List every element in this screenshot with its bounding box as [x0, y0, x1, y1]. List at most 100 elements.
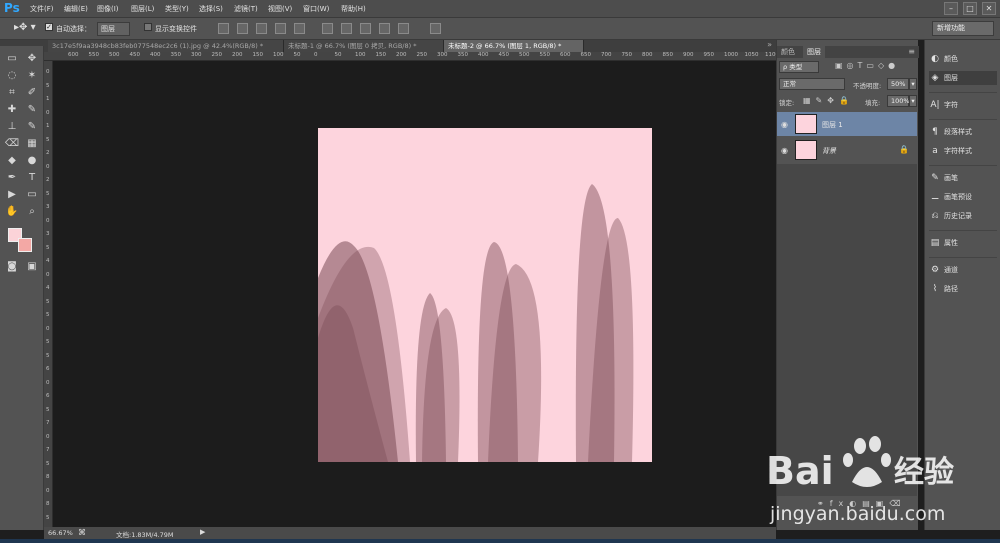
move-tool-icon[interactable]: ▸✥ ▾ — [14, 22, 36, 33]
dock-item-layers[interactable]: ◈ 图层 — [929, 71, 997, 85]
tool-button-icon[interactable]: ⌗ — [4, 86, 20, 100]
tab-document-2[interactable]: 未标题-1 @ 66.7% (图层 0 拷贝, RGB/8) * — [284, 40, 444, 52]
fill-input[interactable]: 100% — [887, 95, 910, 107]
tool-button-icon[interactable]: ▦ — [24, 137, 40, 151]
dock-item-history[interactable]: ⎌ 历史记录 — [929, 209, 997, 223]
tool-button-icon[interactable]: ◆ — [4, 154, 20, 168]
dock-item-character[interactable]: A| 字符 — [929, 98, 997, 112]
status-menu-arrow-icon[interactable]: ▶ — [200, 528, 205, 536]
workspace-dropdown[interactable]: 新增功能 — [932, 21, 994, 36]
status-info-icon[interactable]: ⌘ — [78, 528, 86, 537]
tool-button-icon[interactable]: ✒ — [4, 171, 20, 185]
distribute-bottom-icon[interactable] — [360, 23, 371, 34]
menu-type[interactable]: 类型(Y) — [165, 4, 189, 14]
fill-arrow-icon[interactable]: ▾ — [909, 95, 917, 107]
align-bottom-icon[interactable] — [256, 23, 267, 34]
screen-mode-icon[interactable]: ▣ — [24, 260, 40, 274]
dock-item-label: 属性 — [944, 239, 958, 247]
layer-name[interactable]: 图层 1 — [822, 120, 843, 130]
tool-button-icon[interactable]: ▶ — [4, 188, 20, 202]
auto-select-checkbox[interactable]: ✓ — [45, 23, 53, 31]
tool-button-icon[interactable]: ✋ — [4, 205, 20, 219]
toolbar-grip[interactable] — [0, 40, 44, 46]
tool-button-icon[interactable]: ⌫ — [4, 137, 20, 151]
dock-item-paths[interactable]: ⌇ 路径 — [929, 282, 997, 296]
quick-mask-icon[interactable]: ◙ — [4, 260, 20, 274]
visibility-eye-icon[interactable]: ◉ — [781, 120, 788, 129]
align-vcenter-icon[interactable] — [237, 23, 248, 34]
menu-filter[interactable]: 滤镜(T) — [234, 4, 258, 14]
layer-row-background[interactable]: ◉ 背景 🔒 — [777, 138, 917, 162]
photoshop-logo: Ps — [4, 1, 20, 15]
tab-layers[interactable]: 图层 — [803, 46, 825, 58]
dock-item-paragraph-style[interactable]: ¶ 段落样式 — [929, 125, 997, 139]
tool-button-icon[interactable]: ⌕ — [24, 205, 40, 219]
tab-color[interactable]: 颜色 — [777, 46, 799, 58]
dock-item-channels[interactable]: ⚙ 通道 — [929, 263, 997, 277]
ruler-tick-label: 0 — [46, 487, 50, 494]
tool-button-icon[interactable]: ✐ — [24, 86, 40, 100]
menu-help[interactable]: 帮助(H) — [341, 4, 366, 14]
distribute-left-icon[interactable] — [379, 23, 390, 34]
lock-icons[interactable]: ▦✎✥🔒 — [803, 96, 854, 105]
visibility-eye-icon[interactable]: ◉ — [781, 146, 788, 155]
align-hcenter-icon[interactable] — [294, 23, 305, 34]
background-color-swatch[interactable] — [18, 238, 32, 252]
menu-window[interactable]: 窗口(W) — [303, 4, 329, 14]
tool-button-icon[interactable]: ✚ — [4, 103, 20, 117]
tabs-overflow-icon[interactable]: » — [767, 40, 772, 49]
minimize-button[interactable]: – — [944, 2, 958, 15]
tool-button-icon[interactable]: ▭ — [4, 52, 20, 66]
distribute-top-icon[interactable] — [322, 23, 333, 34]
tool-button-icon[interactable]: ● — [24, 154, 40, 168]
ruler-tick-label: 450 — [498, 52, 510, 58]
history-icon: ⎌ — [931, 211, 939, 221]
maximize-button[interactable]: □ — [963, 2, 977, 15]
layer-filter-dropdown[interactable]: ρ 类型 — [779, 61, 819, 73]
tool-button-icon[interactable]: ✶ — [24, 69, 40, 83]
menu-select[interactable]: 选择(S) — [199, 4, 223, 14]
dock-item-label: 通道 — [944, 266, 958, 274]
zoom-level[interactable]: 66.67% — [48, 529, 73, 537]
menu-file[interactable]: 文件(F) — [30, 4, 54, 14]
align-left-icon[interactable] — [275, 23, 286, 34]
tool-button-icon[interactable]: ✎ — [24, 120, 40, 134]
distribute-vcenter-icon[interactable] — [341, 23, 352, 34]
menu-image[interactable]: 图像(I) — [97, 4, 119, 14]
distribute-hcenter-icon[interactable] — [398, 23, 409, 34]
layer-name[interactable]: 背景 — [822, 146, 836, 156]
tab-document-3[interactable]: 未标题-2 @ 66.7% (图层 1, RGB/8) * — [444, 40, 584, 52]
menu-edit[interactable]: 编辑(E) — [64, 4, 88, 14]
layer-filter-icons[interactable]: ▣◎T▭◇● — [835, 61, 899, 70]
opacity-arrow-icon[interactable]: ▾ — [909, 78, 917, 90]
tool-button-icon[interactable]: T — [24, 171, 40, 185]
dock-item-properties[interactable]: ▤ 属性 — [929, 236, 997, 250]
dock-item-brush-preset[interactable]: ⚊ 画笔预设 — [929, 190, 997, 204]
ruler-tick-label: 2 — [46, 150, 50, 156]
show-transform-label: 显示变换控件 — [155, 25, 197, 33]
menu-layer[interactable]: 图层(L) — [131, 4, 154, 14]
ruler-tick-label: 1050 — [744, 52, 759, 58]
tool-button-icon[interactable]: ⊥ — [4, 120, 20, 134]
tool-button-icon[interactable]: ▭ — [24, 188, 40, 202]
close-button[interactable]: ✕ — [982, 2, 996, 15]
layer-row-layer1[interactable]: ◉ 图层 1 — [777, 112, 917, 136]
auto-align-icon[interactable] — [430, 23, 441, 34]
opacity-input[interactable]: 50% — [887, 78, 909, 90]
dock-item-palette[interactable]: ◐ 颜色 — [929, 52, 997, 66]
dock-item-character-style[interactable]: a 字符样式 — [929, 144, 997, 158]
tool-button-icon[interactable]: ✥ — [24, 52, 40, 66]
tool-button-icon[interactable]: ◌ — [4, 69, 20, 83]
document-canvas[interactable] — [318, 128, 652, 462]
auto-select-target-dropdown[interactable]: 图层 — [97, 22, 130, 36]
align-top-icon[interactable] — [218, 23, 229, 34]
menu-view[interactable]: 视图(V) — [268, 4, 292, 14]
tool-button-icon[interactable]: ✎ — [24, 103, 40, 117]
tab-document-1[interactable]: 3c17e5f9aa3948cb83feb077548ec2c6 (1).jpg… — [48, 40, 284, 52]
ruler-tick-label: 1 — [46, 123, 50, 129]
panel-menu-icon[interactable]: ≡ — [908, 47, 915, 56]
show-transform-checkbox[interactable] — [144, 23, 152, 31]
dock-item-brush[interactable]: ✎ 画笔 — [929, 171, 997, 185]
ruler-tick-label: 900 — [683, 52, 694, 58]
blend-mode-dropdown[interactable]: 正常 — [779, 78, 845, 90]
